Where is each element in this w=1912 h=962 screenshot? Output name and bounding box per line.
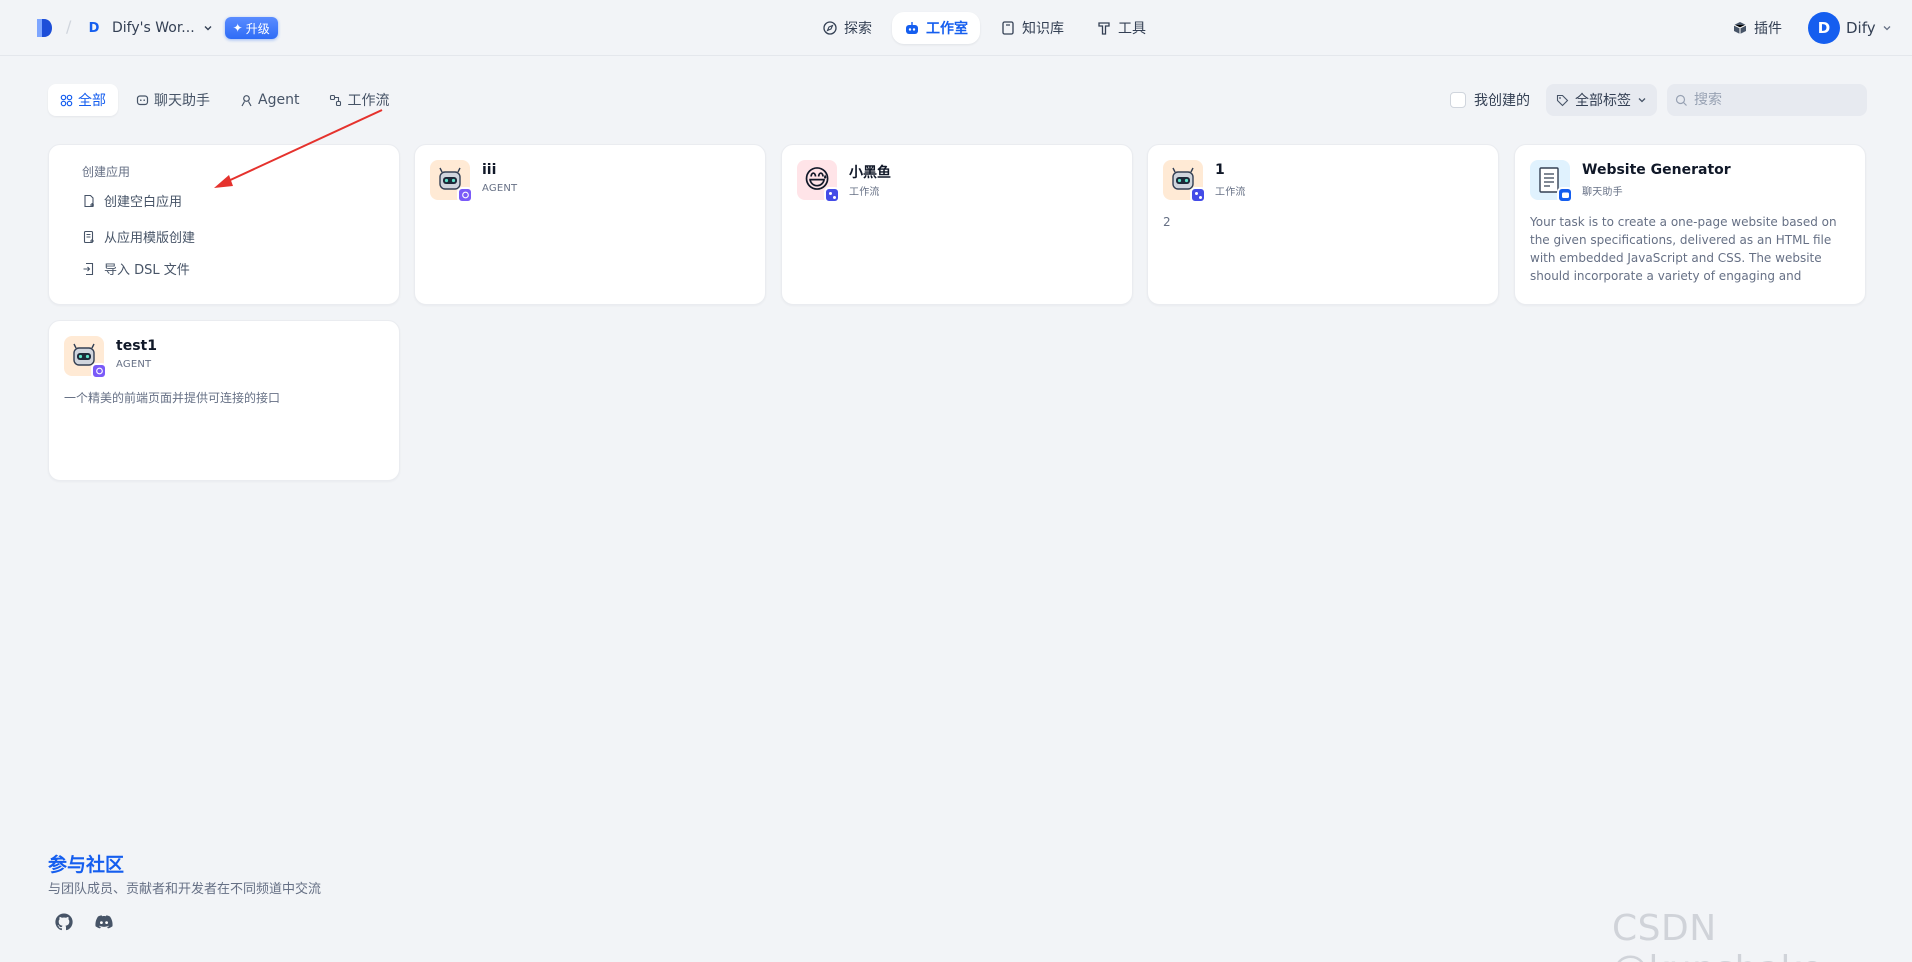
tab-workflow[interactable]: 工作流: [317, 84, 401, 116]
hammer-icon: [1098, 22, 1110, 35]
grid-icon: [60, 94, 73, 106]
upgrade-button[interactable]: ✦ 升级: [224, 17, 278, 39]
nav-studio[interactable]: 工作室: [892, 12, 980, 44]
agent-badge-icon: [91, 363, 107, 379]
plugins-button[interactable]: 插件: [1732, 14, 1782, 42]
nav-knowledge-label: 知识库: [1022, 21, 1064, 37]
app-name: 1: [1215, 162, 1225, 178]
app-card-website-generator[interactable]: Website Generator 聊天助手 Your task is to c…: [1514, 144, 1866, 305]
cube-icon: [1733, 22, 1747, 34]
tag-filter-label: 全部标签: [1575, 93, 1631, 109]
dify-logo-icon[interactable]: [34, 18, 54, 38]
tab-all[interactable]: 全部: [48, 84, 118, 116]
user-menu[interactable]: D Dify: [1808, 12, 1892, 44]
tab-chat-label: 聊天助手: [154, 93, 210, 109]
nav-studio-label: 工作室: [926, 21, 968, 37]
app-type-tabs: 全部 聊天助手 Agent 工作流: [48, 84, 401, 116]
community-title: 参与社区: [48, 854, 125, 876]
created-by-me-checkbox[interactable]: [1450, 92, 1466, 108]
create-blank-app-button[interactable]: 创建空白应用: [82, 191, 182, 210]
import-dsl-label: 导入 DSL 文件: [104, 263, 190, 278]
chevron-down-icon: [1883, 26, 1891, 31]
tab-all-label: 全部: [78, 93, 106, 109]
file-plus-icon: [84, 194, 94, 207]
breadcrumb-separator: /: [66, 17, 72, 36]
agent-badge-icon: [457, 187, 473, 203]
agent-icon: [241, 94, 252, 106]
create-from-template-button[interactable]: 从应用模版创建: [82, 227, 195, 246]
workspace-name: Dify's Wor...: [112, 20, 195, 36]
tab-chat[interactable]: 聊天助手: [124, 84, 222, 116]
workflow-icon: [330, 94, 342, 106]
nav-explore-label: 探索: [844, 21, 872, 37]
app-name: test1: [116, 338, 157, 354]
filter-bar: 我创建的 全部标签: [1450, 84, 1867, 116]
app-type: AGENT: [482, 183, 518, 194]
search-icon: [1675, 94, 1687, 106]
nav-tools[interactable]: 工具: [1084, 12, 1158, 44]
chevron-down-icon: [204, 26, 212, 31]
app-type: 工作流: [1215, 187, 1246, 198]
main-nav: 探索 工作室 知识库 工具: [810, 12, 1158, 44]
app-description: Your task is to create a one-page websit…: [1530, 215, 1837, 283]
create-app-card: 创建应用 创建空白应用 从应用模版创建 导入 DSL 文件: [48, 144, 400, 305]
nav-explore[interactable]: 探索: [810, 12, 884, 44]
discord-icon[interactable]: [94, 912, 114, 932]
app-type: AGENT: [116, 359, 152, 370]
nav-tools-label: 工具: [1118, 21, 1146, 37]
plugins-label: 插件: [1754, 21, 1782, 37]
chevron-down-icon: [1638, 98, 1646, 103]
search-box[interactable]: [1667, 84, 1867, 116]
watermark: CSDN @kunshake: [1612, 908, 1823, 962]
compass-icon: [823, 21, 837, 35]
app-name: iii: [482, 162, 497, 178]
workspace-switcher[interactable]: D Dify's Wor... ✦ 升级: [84, 14, 278, 42]
app-card-1[interactable]: 1 工作流 2: [1147, 144, 1499, 305]
template-icon: [83, 230, 94, 243]
app-name: 小黑鱼: [849, 165, 891, 181]
app-type: 聊天助手: [1582, 187, 1623, 198]
social-links: [54, 912, 114, 932]
workspace-avatar: D: [88, 20, 100, 36]
chat-badge-icon: [1557, 187, 1573, 203]
nav-knowledge[interactable]: 知识库: [988, 12, 1076, 44]
create-app-title: 创建应用: [82, 165, 131, 179]
create-from-template-label: 从应用模版创建: [104, 231, 196, 246]
tab-agent-label: Agent: [258, 92, 300, 108]
import-dsl-button[interactable]: 导入 DSL 文件: [82, 259, 190, 278]
avatar: D: [1808, 12, 1840, 44]
chat-icon: [136, 94, 149, 105]
tab-workflow-label: 工作流: [347, 93, 390, 109]
workflow-badge-icon: [1190, 187, 1206, 203]
tag-filter-dropdown[interactable]: 全部标签: [1546, 84, 1657, 116]
upgrade-label: 升级: [245, 21, 270, 36]
app-name: Website Generator: [1582, 162, 1731, 178]
book-icon: [1002, 21, 1014, 35]
created-by-me-filter[interactable]: 我创建的: [1450, 90, 1530, 110]
file-import-icon: [83, 262, 94, 275]
app-description: 2: [1163, 215, 1171, 229]
app-card-test1[interactable]: test1 AGENT 一个精美的前端页面并提供可连接的接口: [48, 320, 400, 481]
github-icon[interactable]: [54, 912, 74, 932]
app-card-xiaoheiyu[interactable]: 😅 小黑鱼 工作流: [781, 144, 1133, 305]
tab-agent[interactable]: Agent: [228, 84, 311, 116]
app-description: 一个精美的前端页面并提供可连接的接口: [64, 391, 281, 405]
user-name: Dify: [1846, 19, 1876, 37]
create-blank-app-label: 创建空白应用: [104, 195, 183, 210]
community-subtitle: 与团队成员、贡献者和开发者在不同频道中交流: [48, 882, 322, 897]
app-type: 工作流: [849, 187, 880, 198]
app-card-iii[interactable]: iii AGENT: [414, 144, 766, 305]
top-bar: / D Dify's Wor... ✦ 升级 探索 工作室 知识库 工具 插件: [0, 0, 1912, 56]
robot-icon: [906, 22, 918, 34]
created-by-me-label: 我创建的: [1474, 93, 1530, 109]
workflow-badge-icon: [824, 187, 840, 203]
sparkle-icon: ✦: [232, 21, 243, 35]
search-input[interactable]: [1694, 92, 1854, 108]
tag-icon: [1556, 94, 1569, 106]
